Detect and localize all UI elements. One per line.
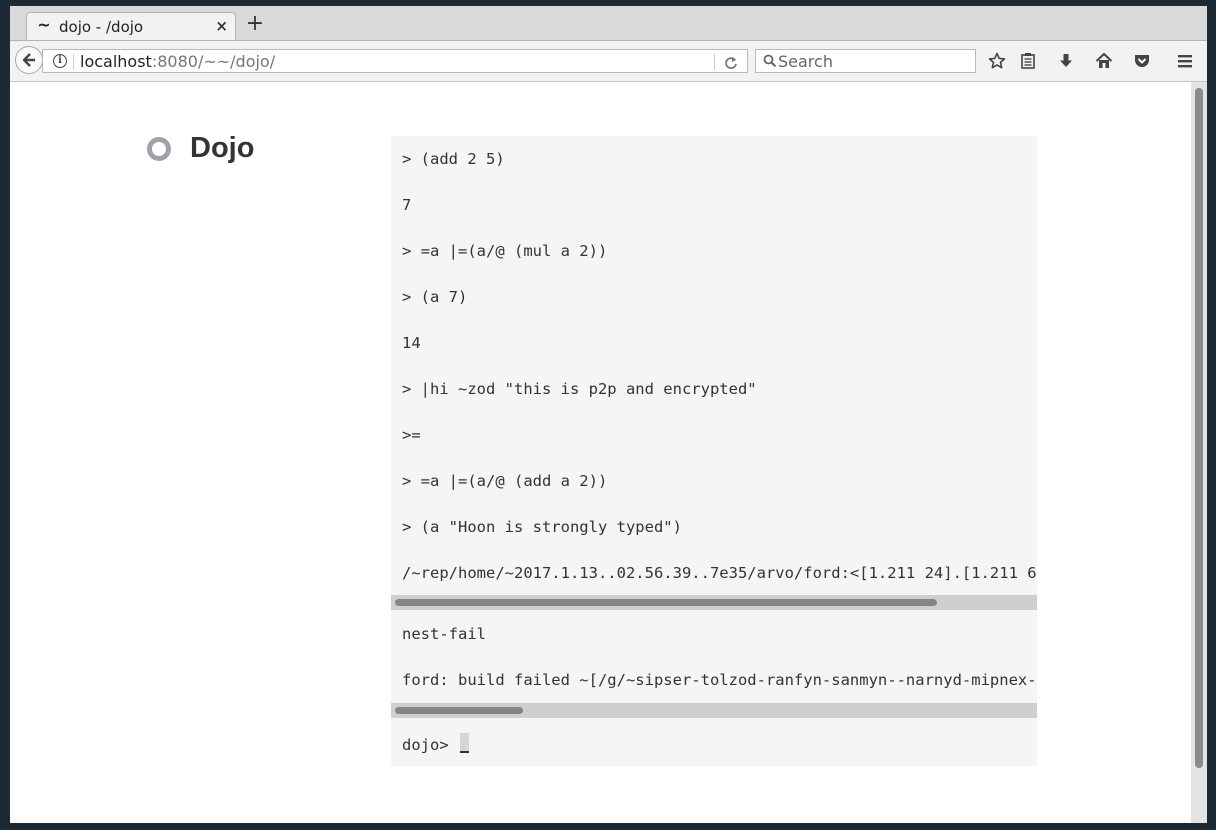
prompt-label: dojo> <box>402 736 449 754</box>
close-tab-icon[interactable]: × <box>215 17 228 35</box>
console-line: 7 <box>402 196 412 214</box>
browser-window: ~ dojo - /dojo × + i localhost:8080/~~/d… <box>10 6 1207 823</box>
page-content: Dojo > (add 2 5) 7 > =a |=(a/@ (mul a 2)… <box>10 82 1190 823</box>
error-horizontal-scrollbar[interactable] <box>391 703 1037 718</box>
output-horizontal-scrollbar[interactable] <box>391 595 1037 610</box>
download-icon[interactable] <box>1055 50 1077 72</box>
reading-list-icon[interactable] <box>1017 50 1039 72</box>
scrollbar-thumb[interactable] <box>1195 88 1203 768</box>
home-icon[interactable] <box>1093 50 1115 72</box>
console-line: > (a 7) <box>402 288 468 306</box>
url-bar[interactable]: i localhost:8080/~~/dojo/ <box>42 49 748 73</box>
text-cursor <box>460 733 470 753</box>
console-line: /~rep/home/~2017.1.13..02.56.39..7e35/ar… <box>402 564 1037 582</box>
url-host: localhost <box>80 52 152 71</box>
bookmark-star-icon[interactable] <box>986 50 1008 72</box>
console-line: >= <box>402 426 421 444</box>
error-line: ford: build failed ~[/g/~sipser-tolzod-r… <box>402 671 1037 689</box>
page-title: Dojo <box>190 132 255 164</box>
new-tab-button[interactable]: + <box>244 13 266 35</box>
console-line: 14 <box>402 334 421 352</box>
console-line: > =a |=(a/@ (add a 2)) <box>402 472 608 490</box>
scrollbar-thumb[interactable] <box>395 707 523 714</box>
search-bar[interactable] <box>755 49 976 73</box>
pocket-icon[interactable] <box>1131 50 1153 72</box>
url-separator <box>73 54 74 70</box>
dojo-console[interactable]: > (add 2 5) 7 > =a |=(a/@ (mul a 2)) > (… <box>391 136 1037 766</box>
console-line: > =a |=(a/@ (mul a 2)) <box>402 242 608 260</box>
back-button[interactable] <box>15 46 43 74</box>
console-line: > (add 2 5) <box>402 150 505 168</box>
tab-title: dojo - /dojo <box>59 18 144 36</box>
page-vertical-scrollbar[interactable] <box>1191 82 1207 823</box>
console-output: > (add 2 5) 7 > =a |=(a/@ (mul a 2)) > (… <box>391 136 1037 610</box>
circle-bullet-icon <box>147 137 171 161</box>
reload-separator <box>714 54 715 70</box>
tab-strip: ~ dojo - /dojo × + <box>10 6 1207 41</box>
search-input[interactable] <box>778 51 968 71</box>
menu-icon[interactable] <box>1174 50 1196 72</box>
dojo-prompt-line[interactable]: dojo> <box>402 733 470 754</box>
reload-icon[interactable] <box>724 53 738 74</box>
back-arrow-icon <box>22 53 35 67</box>
navigation-bar: i localhost:8080/~~/dojo/ <box>10 41 1207 82</box>
scrollbar-thumb[interactable] <box>395 599 937 606</box>
search-icon <box>763 54 777 68</box>
tilde-favicon-icon: ~ <box>37 15 51 34</box>
site-info-icon[interactable]: i <box>53 54 67 68</box>
error-line: nest-fail <box>402 625 486 643</box>
browser-tab[interactable]: ~ dojo - /dojo × <box>26 12 236 40</box>
url-path: :8080/~~/dojo/ <box>151 52 276 71</box>
console-line: > |hi ~zod "this is p2p and encrypted" <box>402 380 757 398</box>
url-text[interactable]: localhost:8080/~~/dojo/ <box>80 52 275 71</box>
console-line: > (a "Hoon is strongly typed") <box>402 518 682 536</box>
